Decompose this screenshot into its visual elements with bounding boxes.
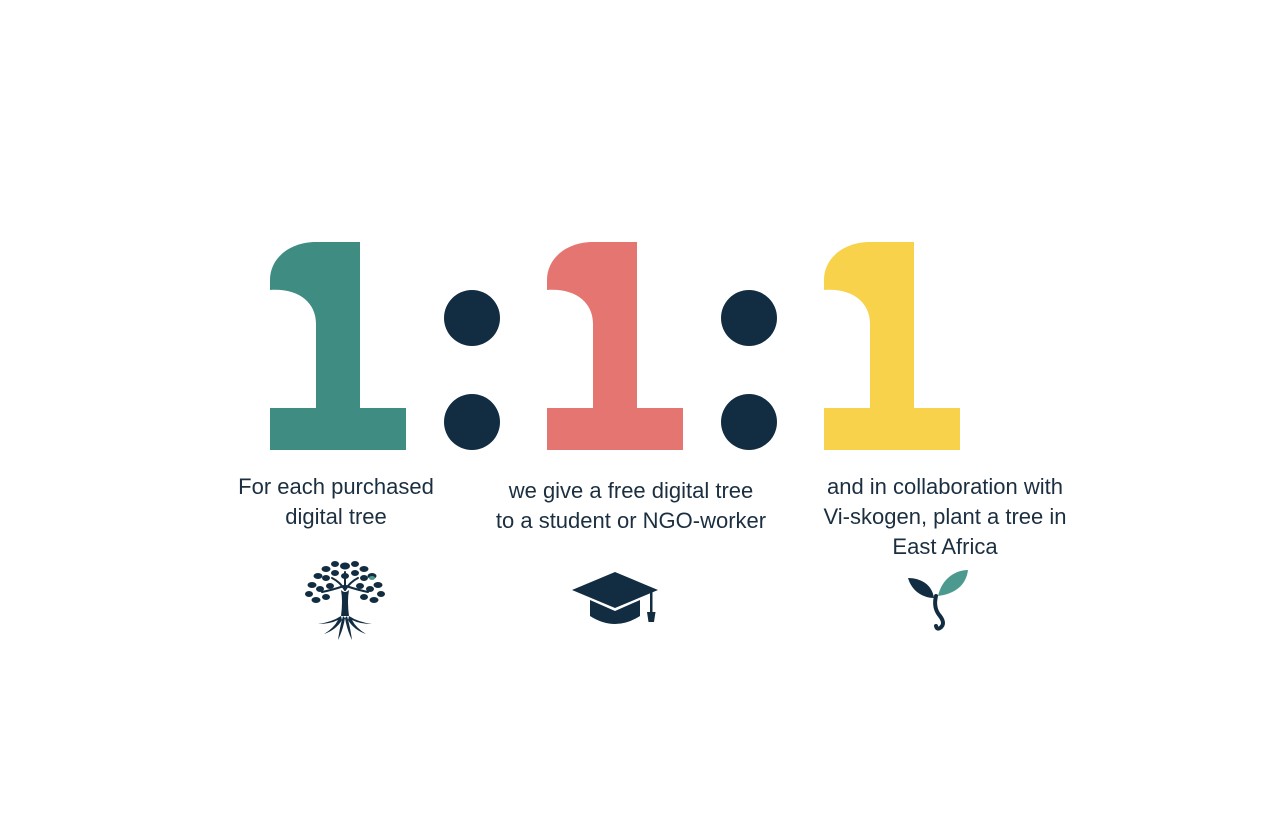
caption-plant-tree: and in collaboration with Vi-skogen, pla…: [823, 474, 1067, 559]
colon-dot-bottom: [721, 394, 777, 450]
sprout-icon: [908, 570, 968, 631]
colon-dot-bottom: [444, 394, 500, 450]
caption-purchase: For each purchased digital tree: [238, 474, 434, 529]
graduation-cap-icon: [572, 572, 658, 624]
numeral-one-yellow: [824, 242, 960, 450]
numeral-one-coral: [547, 242, 683, 450]
colon-dot-top: [721, 290, 777, 346]
numeral-one-teal: [270, 242, 406, 450]
tree-with-roots-icon: [305, 561, 385, 640]
colon-dot-top: [444, 290, 500, 346]
caption-free-tree: we give a free digital tree to a student…: [495, 478, 767, 533]
